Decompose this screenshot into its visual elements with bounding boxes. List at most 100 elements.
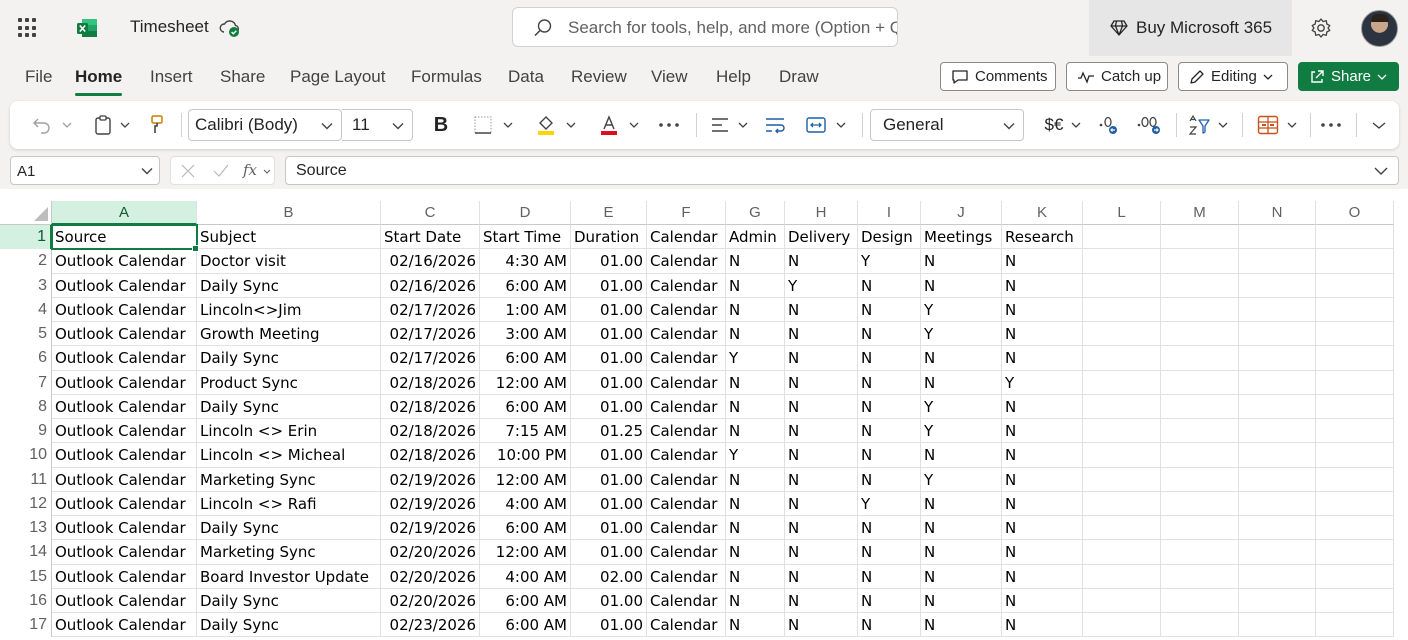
cell-g11[interactable]: N [726,467,785,492]
cell-o6[interactable] [1316,346,1394,371]
cell-m10[interactable] [1161,443,1239,468]
font-name-select[interactable]: Calibri (Body) [188,109,342,141]
cell-a13[interactable]: Outlook Calendar [52,516,197,541]
cell-e10[interactable]: 01.00 [571,443,647,468]
cell-j12[interactable]: N [921,491,1002,516]
cell-i11[interactable]: N [858,467,921,492]
cell-g3[interactable]: N [726,273,785,298]
spreadsheet-grid[interactable]: A B C D E F G H I J K L M N O 1 Source Subject Start Date S… [0,189,1408,640]
cell-g14[interactable]: N [726,540,785,565]
cell-d6[interactable]: 6:00 AM [480,346,571,371]
cell-e7[interactable]: 01.00 [571,370,647,395]
more-options-button[interactable] [1318,101,1344,149]
cell-n2[interactable] [1239,249,1316,274]
column-header-k[interactable]: K [1002,201,1083,225]
cell-d4[interactable]: 1:00 AM [480,297,571,322]
cell-m4[interactable] [1161,297,1239,322]
row-header-4[interactable]: 4 [0,297,52,322]
cell-m12[interactable] [1161,491,1239,516]
cell-m13[interactable] [1161,516,1239,541]
row-header-8[interactable]: 8 [0,394,52,419]
cell-d12[interactable]: 4:00 AM [480,491,571,516]
cell-i9[interactable]: N [858,419,921,444]
cell-b13[interactable]: Daily Sync [197,516,381,541]
cell-j3[interactable]: N [921,273,1002,298]
cell-e2[interactable]: 01.00 [571,249,647,274]
cell-g12[interactable]: N [726,491,785,516]
cell-b10[interactable]: Lincoln <> Micheal [197,443,381,468]
column-header-a[interactable]: A [52,201,197,225]
column-header-m[interactable]: M [1161,201,1239,225]
cell-a9[interactable]: Outlook Calendar [52,419,197,444]
cell-n3[interactable] [1239,273,1316,298]
comments-button[interactable]: Comments [940,62,1056,91]
cell-m17[interactable] [1161,613,1239,638]
cell-d13[interactable]: 6:00 AM [480,516,571,541]
cell-b12[interactable]: Lincoln <> Rafi [197,491,381,516]
cell-o4[interactable] [1316,297,1394,322]
cell-o17[interactable] [1316,613,1394,638]
cell-d14[interactable]: 12:00 AM [480,540,571,565]
cell-d1[interactable]: Start Time [480,225,571,250]
font-size-select[interactable]: 11 [342,109,413,141]
cell-l11[interactable] [1083,467,1161,492]
cell-e4[interactable]: 01.00 [571,297,647,322]
cell-k13[interactable]: N [1002,516,1083,541]
cell-h14[interactable]: N [785,540,858,565]
cell-e9[interactable]: 01.25 [571,419,647,444]
cell-e5[interactable]: 01.00 [571,322,647,347]
cell-c15[interactable]: 02/20/2026 [381,564,480,589]
select-all-corner[interactable] [0,201,52,225]
tab-help[interactable]: Help [716,67,751,87]
cell-l4[interactable] [1083,297,1161,322]
cell-c6[interactable]: 02/17/2026 [381,346,480,371]
cell-f10[interactable]: Calendar [647,443,726,468]
cell-h4[interactable]: N [785,297,858,322]
cell-n11[interactable] [1239,467,1316,492]
cell-i3[interactable]: N [858,273,921,298]
cell-f16[interactable]: Calendar [647,588,726,613]
cell-i7[interactable]: N [858,370,921,395]
align-button[interactable] [706,101,752,149]
cell-i5[interactable]: N [858,322,921,347]
currency-format-button[interactable]: $€ [1040,101,1086,149]
cell-b15[interactable]: Board Investor Update [197,564,381,589]
number-format-select[interactable]: General [870,109,1024,141]
row-header-13[interactable]: 13 [0,516,52,541]
row-header-2[interactable]: 2 [0,249,52,274]
cell-a10[interactable]: Outlook Calendar [52,443,197,468]
column-header-b[interactable]: B [197,201,381,225]
cell-l5[interactable] [1083,322,1161,347]
tab-home[interactable]: Home [75,67,122,87]
cell-c14[interactable]: 02/20/2026 [381,540,480,565]
font-color-button[interactable] [596,101,642,149]
undo-button[interactable] [26,101,78,149]
cell-b8[interactable]: Daily Sync [197,394,381,419]
cell-c7[interactable]: 02/18/2026 [381,370,480,395]
cell-o10[interactable] [1316,443,1394,468]
cell-h6[interactable]: N [785,346,858,371]
cell-i2[interactable]: Y [858,249,921,274]
merge-center-button[interactable] [802,101,850,149]
fill-handle[interactable] [192,245,199,252]
cell-a3[interactable]: Outlook Calendar [52,273,197,298]
excel-icon[interactable] [76,17,98,39]
cell-k14[interactable]: N [1002,540,1083,565]
cell-a16[interactable]: Outlook Calendar [52,588,197,613]
cell-f13[interactable]: Calendar [647,516,726,541]
cell-h15[interactable]: N [785,564,858,589]
cell-o8[interactable] [1316,394,1394,419]
cell-n17[interactable] [1239,613,1316,638]
cell-n7[interactable] [1239,370,1316,395]
cell-o13[interactable] [1316,516,1394,541]
cell-a2[interactable]: Outlook Calendar [52,249,197,274]
cell-f15[interactable]: Calendar [647,564,726,589]
cell-e16[interactable]: 01.00 [571,588,647,613]
cell-c8[interactable]: 02/18/2026 [381,394,480,419]
cell-f6[interactable]: Calendar [647,346,726,371]
cell-b11[interactable]: Marketing Sync [197,467,381,492]
column-header-h[interactable]: H [785,201,858,225]
cell-c17[interactable]: 02/23/2026 [381,613,480,638]
cell-m5[interactable] [1161,322,1239,347]
cell-e13[interactable]: 01.00 [571,516,647,541]
